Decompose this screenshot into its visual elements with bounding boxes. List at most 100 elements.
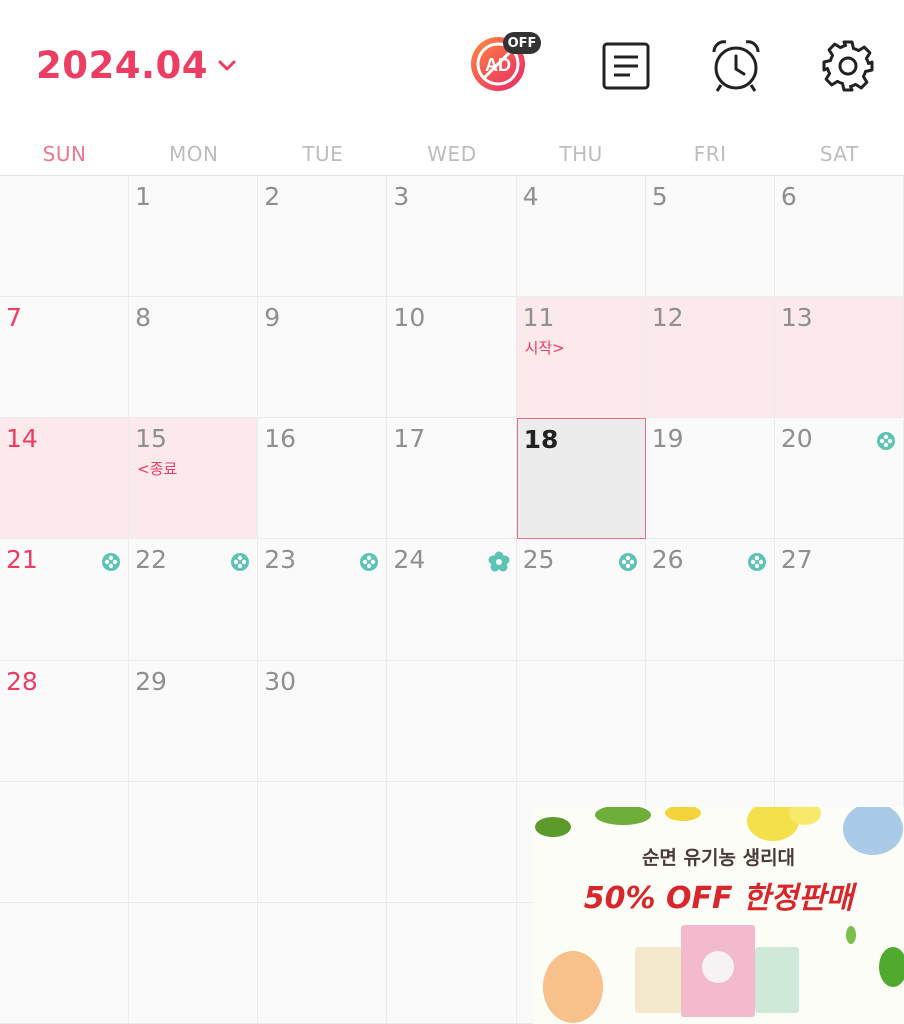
banner-headline: 50% OFF 한정판매 <box>583 881 854 916</box>
day-number: 18 <box>523 425 559 455</box>
day-number: 20 <box>780 424 813 454</box>
day-cell-empty[interactable] <box>0 781 130 903</box>
fertile-day-icon <box>747 553 766 572</box>
day-cell-27[interactable]: 27 <box>774 539 904 661</box>
weekday-sun: SUN <box>42 142 87 166</box>
day-cell-6[interactable]: 6 <box>774 176 904 298</box>
day-number: 23 <box>264 545 297 575</box>
day-cell-empty[interactable] <box>0 176 130 298</box>
day-cell-11[interactable]: 11 시작> <box>516 297 646 419</box>
memo-button[interactable] <box>596 36 656 96</box>
day-cell-empty[interactable] <box>774 660 904 782</box>
day-number: 8 <box>135 303 152 333</box>
day-number: 5 <box>651 182 668 211</box>
day-cell-21[interactable]: 21 <box>0 539 130 661</box>
day-cell-30[interactable]: 30 <box>258 660 388 782</box>
day-cell-empty[interactable] <box>129 902 259 1024</box>
day-number: 1 <box>135 182 152 211</box>
day-cell-empty[interactable] <box>0 902 130 1024</box>
day-cell-22[interactable]: 22 <box>129 539 259 661</box>
alarm-button[interactable] <box>706 36 766 96</box>
day-cell-28[interactable]: 28 <box>0 660 130 782</box>
day-cell-9[interactable]: 9 <box>258 297 388 419</box>
day-cell-empty[interactable] <box>645 660 775 782</box>
day-number: 27 <box>780 545 813 575</box>
fertile-day-icon <box>102 553 121 572</box>
day-cell-empty[interactable] <box>387 902 517 1024</box>
day-cell-4[interactable]: 4 <box>516 176 646 298</box>
day-cell-5[interactable]: 5 <box>645 176 775 298</box>
banner-subtitle: 순면 유기농 생리대 <box>641 847 796 869</box>
day-cell-8[interactable]: 8 <box>129 297 259 419</box>
day-cell-1[interactable]: 1 <box>129 176 259 298</box>
alarm-clock-icon <box>712 40 760 92</box>
memo-icon <box>602 42 650 90</box>
day-number: 28 <box>6 666 38 696</box>
day-number: 10 <box>393 303 426 333</box>
weekday-tue: TUE <box>302 142 344 166</box>
day-number: 21 <box>6 545 38 575</box>
app-header: 2024.04 AD OFF <box>0 0 904 130</box>
day-number: 9 <box>264 303 281 333</box>
day-cell-empty[interactable] <box>387 660 517 782</box>
day-cell-empty[interactable] <box>516 660 646 782</box>
day-cell-18[interactable]: 18 <box>516 418 646 540</box>
day-number: 11 <box>522 303 555 333</box>
day-cell-24[interactable]: 24 <box>387 539 517 661</box>
day-cell-29[interactable]: 29 <box>129 660 259 782</box>
day-number: 17 <box>393 424 426 454</box>
day-number: 6 <box>780 182 797 211</box>
fertile-day-icon <box>876 432 895 451</box>
fertile-day-icon <box>360 553 379 572</box>
day-number: 15 <box>135 424 167 454</box>
day-number: 14 <box>6 424 38 454</box>
ovulation-flower-icon <box>488 551 510 572</box>
day-cell-26[interactable]: 26 <box>645 539 775 661</box>
day-number: 26 <box>651 545 684 575</box>
month-label: 2024.04 <box>36 44 209 87</box>
ad-off-badge: OFF <box>503 32 541 54</box>
day-cell-14[interactable]: 14 <box>0 418 130 540</box>
ad-text: AD <box>485 55 511 75</box>
period-note: 시작> <box>524 339 565 358</box>
day-cell-2[interactable]: 2 <box>258 176 388 298</box>
day-number: 29 <box>135 666 167 696</box>
day-cell-3[interactable]: 3 <box>387 176 517 298</box>
weekday-thu: THU <box>559 142 603 166</box>
day-number: 16 <box>264 424 297 454</box>
day-cell-12[interactable]: 12 <box>645 297 775 419</box>
fertile-day-icon <box>231 553 250 572</box>
day-cell-empty[interactable] <box>258 781 388 903</box>
day-cell-16[interactable]: 16 <box>258 418 388 540</box>
settings-button[interactable] <box>818 36 878 96</box>
day-number: 24 <box>393 545 426 575</box>
period-note: <종료 <box>137 460 178 479</box>
gear-icon <box>822 40 874 92</box>
day-cell-10[interactable]: 10 <box>387 297 517 419</box>
day-number: 22 <box>135 545 167 575</box>
day-number: 4 <box>522 182 539 211</box>
chevron-down-icon <box>218 60 236 70</box>
day-number: 12 <box>651 303 684 333</box>
day-cell-23[interactable]: 23 <box>258 539 388 661</box>
weekday-mon: MON <box>168 142 219 166</box>
day-number: 3 <box>393 182 410 211</box>
weekday-fri: FRI <box>693 142 727 166</box>
day-cell-empty[interactable] <box>129 781 259 903</box>
day-cell-15[interactable]: 15 <종료 <box>129 418 259 540</box>
day-cell-20[interactable]: 20 <box>774 418 904 540</box>
day-number: 30 <box>264 666 297 696</box>
day-number: 2 <box>264 182 281 211</box>
month-selector[interactable]: 2024.04 <box>36 44 238 87</box>
fertile-day-icon <box>618 553 637 572</box>
ad-banner[interactable]: 순면 유기농 생리대 50% OFF 한정판매 <box>533 807 904 1024</box>
day-cell-25[interactable]: 25 <box>516 539 646 661</box>
day-cell-13[interactable]: 13 <box>774 297 904 419</box>
day-cell-19[interactable]: 19 <box>645 418 775 540</box>
day-cell-empty[interactable] <box>258 902 388 1024</box>
day-cell-7[interactable]: 7 <box>0 297 130 419</box>
day-cell-empty[interactable] <box>387 781 517 903</box>
day-cell-17[interactable]: 17 <box>387 418 517 540</box>
weekday-wed: WED <box>427 142 477 166</box>
day-number: 25 <box>522 545 555 575</box>
